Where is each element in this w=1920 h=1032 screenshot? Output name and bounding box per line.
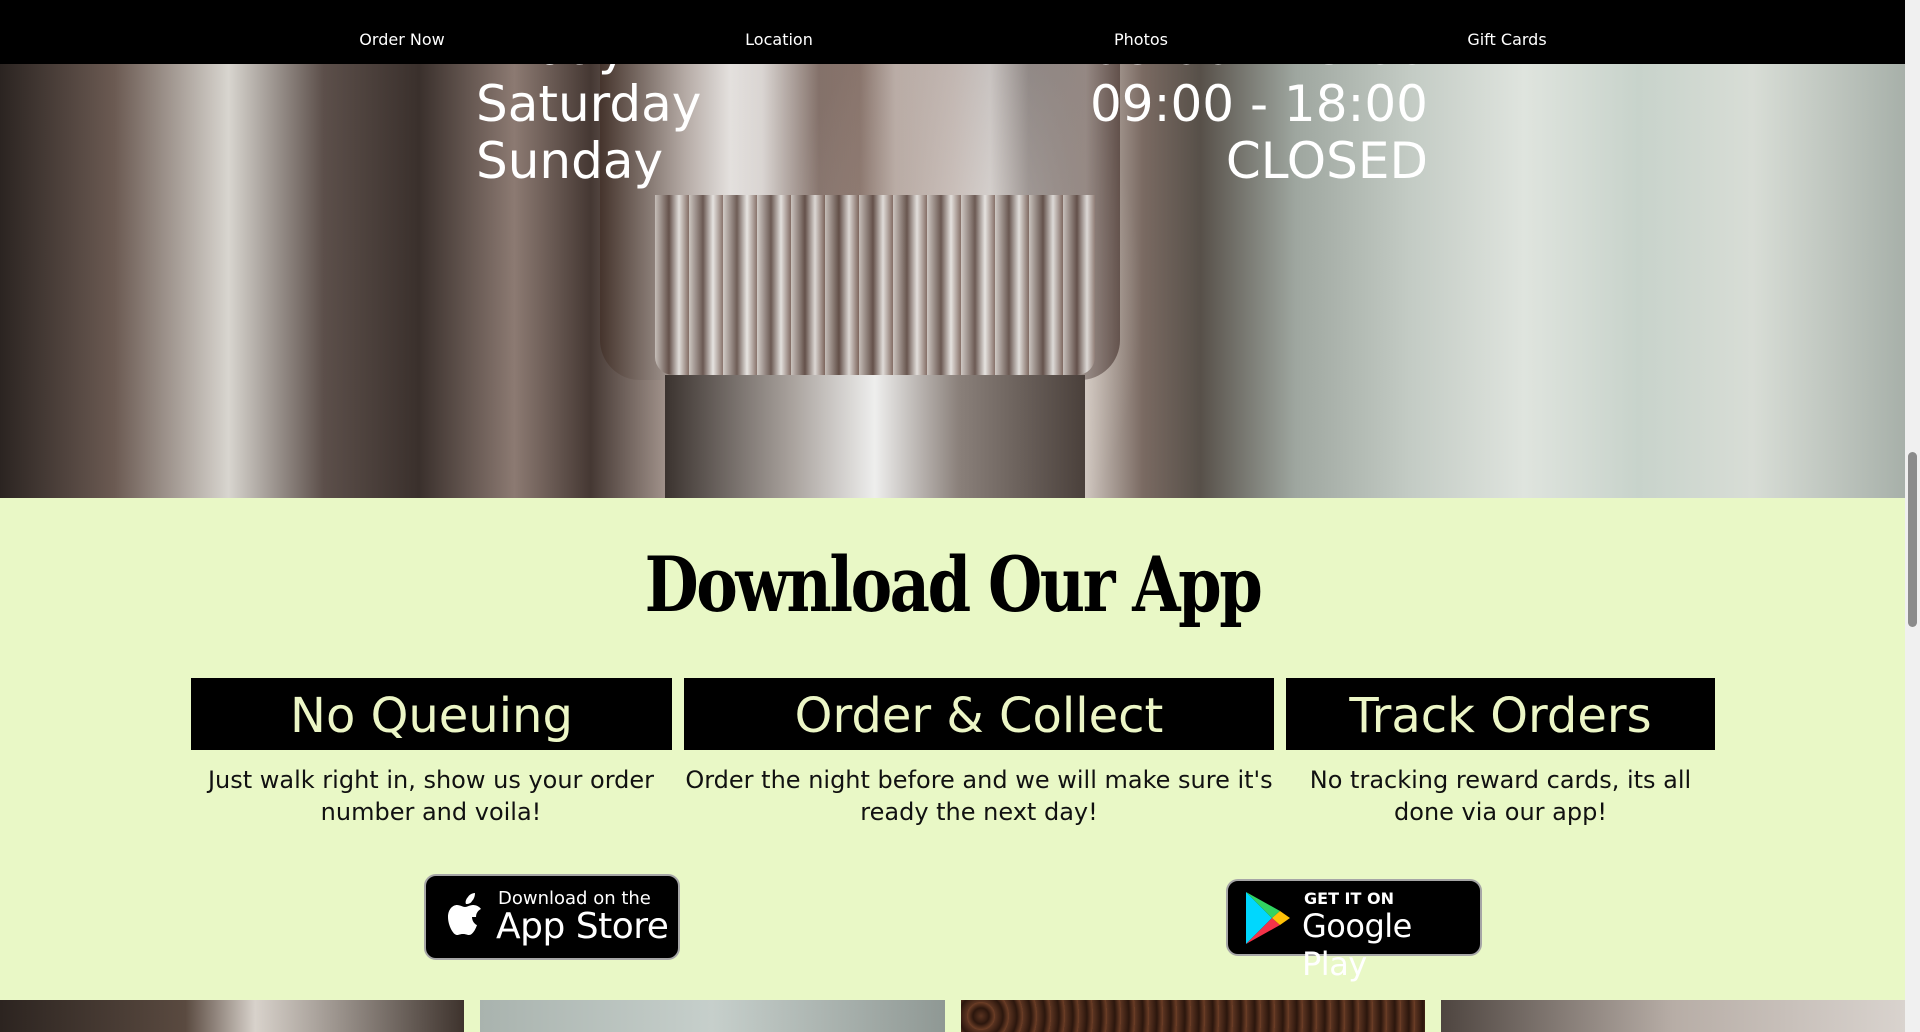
gallery-image[interactable] [0,1000,464,1032]
nav-photos[interactable]: Photos [1114,0,1168,64]
top-navigation: Order Now Location Photos Gift Cards [0,0,1905,64]
apple-icon [448,893,481,935]
hours-row: Saturday 09:00 - 18:00 [476,75,1428,133]
google-play-small-text: GET IT ON [1304,889,1394,908]
gallery-image[interactable] [1441,1000,1905,1032]
hours-day: Sunday [476,132,664,190]
gallery-image[interactable] [961,1000,1425,1032]
feature-text-order-collect: Order the night before and we will make … [685,766,1273,826]
feature-text-no-queuing: Just walk right in, show us your order n… [207,766,655,826]
app-store-big-text: App Store [496,906,669,947]
page-scrollbar[interactable] [1905,0,1920,1032]
google-play-button[interactable]: GET IT ON Google Play [1226,879,1482,983]
grinder-shaft-image [665,375,1085,498]
nav-order-now[interactable]: Order Now [359,0,444,64]
hours-row: Sunday CLOSED [476,132,1428,190]
hours-time: 09:00 - 18:00 [1089,75,1428,133]
gallery-image[interactable] [480,1000,945,1032]
section-title: Download Our App [644,540,1263,629]
google-play-icon [1246,892,1290,944]
scrollbar-thumb[interactable] [1908,452,1917,627]
nav-location[interactable]: Location [745,0,813,64]
feature-text-track-orders: No tracking reward cards, its all done v… [1309,766,1692,826]
nav-gift-cards[interactable]: Gift Cards [1467,0,1546,64]
feature-heading-order-collect: Order & Collect [684,678,1274,750]
tamper-image [655,195,1095,375]
google-play-big-text: Google Play [1302,907,1412,983]
app-store-button[interactable]: Download on the App Store [424,874,680,960]
hours-time: CLOSED [1225,132,1428,190]
feature-heading-no-queuing: No Queuing [191,678,672,750]
hours-day: Saturday [476,75,702,133]
feature-heading-track-orders: Track Orders [1286,678,1715,750]
